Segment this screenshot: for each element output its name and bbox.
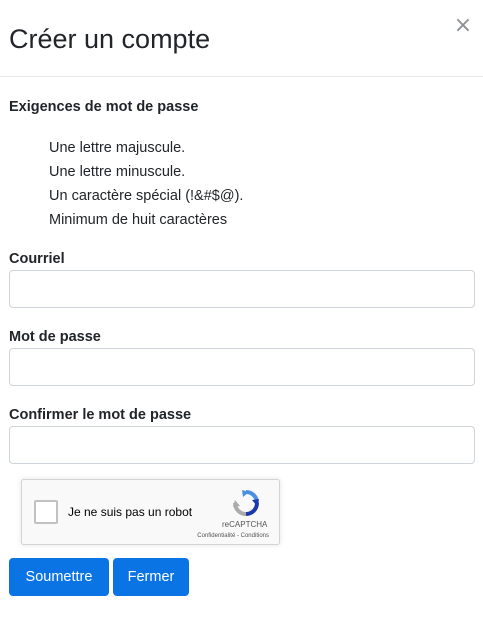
requirement-item: Minimum de huit caractères [49, 212, 228, 228]
recaptcha-logo-icon [233, 490, 259, 516]
requirement-item: Un caractère spécial (!&#$@). [49, 188, 244, 204]
recaptcha-label: Je ne suis pas un robot [68, 505, 193, 519]
recaptcha-brand: reCAPTCHA [222, 520, 268, 529]
confirm-password-field[interactable] [9, 426, 475, 464]
recaptcha-privacy-link[interactable]: Confidentialité - Conditions [197, 532, 269, 540]
email-field[interactable] [9, 270, 475, 308]
requirement-item: Une lettre majuscule. [49, 140, 186, 156]
recaptcha-widget: Je ne suis pas un robot reCAPTCHA Confid… [21, 479, 280, 545]
password-label: Mot de passe [9, 329, 101, 345]
confirm-password-label: Confirmer le mot de passe [9, 407, 192, 423]
submit-button[interactable]: Soumettre [9, 558, 109, 596]
modal-header: Créer un compte × [0, 0, 483, 77]
requirement-item: Une lettre minuscule. [49, 164, 186, 180]
close-icon[interactable]: × [453, 14, 473, 38]
modal-title: Créer un compte [9, 24, 211, 54]
close-button[interactable]: Fermer [113, 558, 189, 596]
password-field[interactable] [9, 348, 475, 386]
requirements-heading: Exigences de mot de passe [9, 99, 199, 115]
email-label: Courriel [9, 251, 65, 267]
requirements-list: Une lettre majuscule. Une lettre minuscu… [49, 136, 243, 232]
recaptcha-checkbox[interactable] [34, 500, 58, 524]
create-account-modal: Créer un compte × Exigences de mot de pa… [0, 0, 483, 623]
